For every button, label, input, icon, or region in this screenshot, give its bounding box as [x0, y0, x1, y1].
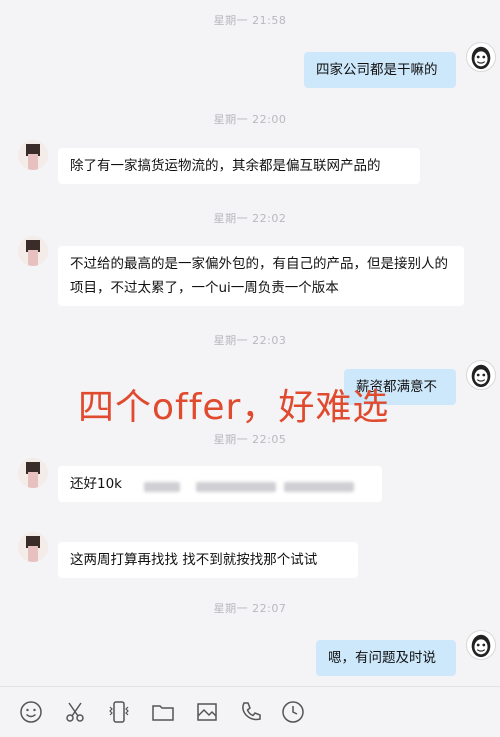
contact-avatar[interactable]	[18, 140, 48, 170]
chat-history[interactable]: 星期一 21:58 四家公司都是干嘛的 星期一 22:00 除了有一家搞货运物流…	[0, 0, 500, 686]
my-avatar[interactable]	[466, 42, 496, 72]
history-clock-icon[interactable]	[280, 699, 306, 725]
message-bubble[interactable]: 这两周打算再找找 找不到就按找那个试试	[58, 542, 358, 578]
message-bubble[interactable]: 不过给的最高的是一家偏外包的，有自己的产品，但是接别人的项目，不过太累了，一个u…	[58, 246, 464, 306]
message-bubble[interactable]: 薪资都满意不	[344, 369, 456, 405]
message-bubble[interactable]: 四家公司都是干嘛的	[304, 52, 456, 88]
timestamp: 星期一 22:00	[213, 113, 287, 126]
timestamp: 星期一 22:07	[213, 602, 287, 615]
redaction-blur	[284, 482, 354, 492]
contact-avatar[interactable]	[18, 458, 48, 488]
contact-avatar[interactable]	[18, 532, 48, 562]
my-avatar[interactable]	[466, 630, 496, 660]
timestamp: 星期一 22:02	[213, 212, 287, 225]
message-bubble[interactable]: 嗯，有问题及时说	[316, 640, 456, 676]
emoji-icon[interactable]	[18, 699, 44, 725]
image-icon[interactable]	[194, 699, 220, 725]
redaction-blur	[196, 482, 276, 492]
phone-vibrate-icon[interactable]	[106, 699, 132, 725]
scissors-icon[interactable]	[62, 699, 88, 725]
message-text: 还好10k	[70, 476, 122, 492]
contact-avatar[interactable]	[18, 236, 48, 266]
timestamp: 星期一 22:03	[213, 334, 287, 347]
phone-call-icon[interactable]	[238, 699, 264, 725]
my-avatar[interactable]	[466, 360, 496, 390]
timestamp: 星期一 22:05	[213, 433, 287, 446]
input-toolbar	[0, 686, 500, 737]
redaction-blur	[144, 482, 180, 492]
message-bubble[interactable]: 除了有一家搞货运物流的，其余都是偏互联网产品的	[58, 148, 420, 184]
folder-icon[interactable]	[150, 699, 176, 725]
timestamp: 星期一 21:58	[213, 14, 287, 27]
overlay-caption: 四个offer，好难选	[78, 387, 390, 428]
